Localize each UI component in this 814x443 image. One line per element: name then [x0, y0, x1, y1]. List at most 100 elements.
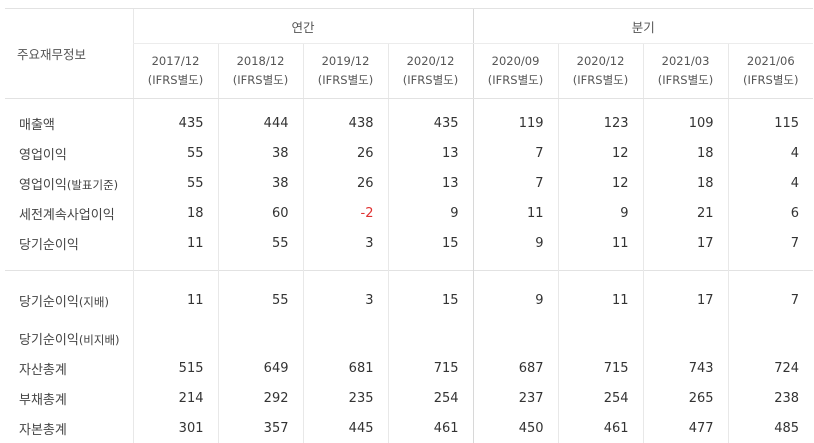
- row-label: 매출액: [5, 99, 133, 139]
- value-cell: 12: [558, 168, 643, 198]
- period-basis: (IFRS별도): [729, 71, 814, 90]
- row-label-text: 영업이익: [19, 148, 67, 163]
- value-cell: 15: [388, 271, 473, 324]
- period-basis: (IFRS별도): [134, 71, 218, 90]
- table-row: 영업이익(발표기준)55382613712184: [5, 168, 813, 198]
- table-row: 매출액435444438435119123109115: [5, 99, 813, 139]
- table-row: 당기순이익(비지배): [5, 323, 813, 353]
- value-cell: 7: [728, 271, 813, 324]
- value-cell: [303, 323, 388, 353]
- row-label-suffix: (지배): [79, 295, 109, 309]
- row-label: 당기순이익: [5, 228, 133, 271]
- value-cell: 485: [728, 413, 813, 443]
- table-row: 당기순이익1155315911177: [5, 228, 813, 271]
- value-cell: 435: [133, 99, 218, 139]
- value-cell: 687: [473, 353, 558, 383]
- value-cell: 55: [133, 168, 218, 198]
- value-cell: 115: [728, 99, 813, 139]
- value-cell: 450: [473, 413, 558, 443]
- period-date: 2017/12: [134, 52, 218, 71]
- annual-header: 연간: [133, 9, 473, 44]
- value-cell: 9: [473, 271, 558, 324]
- value-cell: 254: [388, 383, 473, 413]
- value-cell: 55: [218, 228, 303, 271]
- row-label-text: 매출액: [19, 118, 55, 133]
- period-basis: (IFRS별도): [389, 71, 473, 90]
- period-header: 2018/12(IFRS별도): [218, 44, 303, 99]
- row-label-suffix: (발표기준): [67, 178, 118, 192]
- value-cell: [133, 323, 218, 353]
- value-cell: 11: [133, 228, 218, 271]
- row-label-text: 당기순이익: [19, 295, 79, 310]
- value-cell: 444: [218, 99, 303, 139]
- row-label: 당기순이익(비지배): [5, 323, 133, 353]
- value-cell: 235: [303, 383, 388, 413]
- financial-table: 주요재무정보 연간 분기 2017/12(IFRS별도)2018/12(IFRS…: [5, 8, 813, 443]
- row-label-text: 자본총계: [19, 423, 67, 438]
- row-label-text: 자산총계: [19, 363, 67, 378]
- value-cell: 17: [643, 271, 728, 324]
- row-label-suffix: (비지배): [79, 333, 120, 347]
- row-label: 자산총계: [5, 353, 133, 383]
- value-cell: [728, 323, 813, 353]
- value-cell: 11: [133, 271, 218, 324]
- value-cell: [643, 323, 728, 353]
- period-date: 2020/12: [559, 52, 643, 71]
- table-row: 당기순이익(지배)1155315911177: [5, 271, 813, 324]
- value-cell: 6: [728, 198, 813, 228]
- value-cell: 109: [643, 99, 728, 139]
- row-label: 당기순이익(지배): [5, 271, 133, 324]
- corner-header: 주요재무정보: [5, 9, 133, 99]
- period-date: 2018/12: [219, 52, 303, 71]
- period-date: 2021/06: [729, 52, 814, 71]
- value-cell: 11: [558, 228, 643, 271]
- value-cell: 3: [303, 228, 388, 271]
- value-cell: 254: [558, 383, 643, 413]
- period-date: 2020/09: [474, 52, 558, 71]
- value-cell: 60: [218, 198, 303, 228]
- value-cell: 715: [388, 353, 473, 383]
- row-label-text: 세전계속사업이익: [19, 208, 115, 223]
- value-cell: 357: [218, 413, 303, 443]
- table-row: 자본총계301357445461450461477485: [5, 413, 813, 443]
- value-cell: 9: [473, 228, 558, 271]
- value-cell: 26: [303, 168, 388, 198]
- value-cell: 238: [728, 383, 813, 413]
- value-cell: 7: [728, 228, 813, 271]
- value-cell: 55: [133, 138, 218, 168]
- value-cell: 477: [643, 413, 728, 443]
- period-header: 2019/12(IFRS별도): [303, 44, 388, 99]
- table-row: 부채총계214292235254237254265238: [5, 383, 813, 413]
- value-cell: 18: [643, 168, 728, 198]
- value-cell: 461: [388, 413, 473, 443]
- value-cell: 13: [388, 138, 473, 168]
- value-cell: 13: [388, 168, 473, 198]
- row-label-text: 당기순이익: [19, 333, 79, 348]
- period-basis: (IFRS별도): [304, 71, 388, 90]
- value-cell: 55: [218, 271, 303, 324]
- table-body: 매출액435444438435119123109115영업이익553826137…: [5, 99, 813, 443]
- value-cell: 3: [303, 271, 388, 324]
- value-cell: 743: [643, 353, 728, 383]
- value-cell: 461: [558, 413, 643, 443]
- row-label: 자본총계: [5, 413, 133, 443]
- value-cell: 18: [643, 138, 728, 168]
- value-cell: 265: [643, 383, 728, 413]
- value-cell: 301: [133, 413, 218, 443]
- period-header: 2020/09(IFRS별도): [473, 44, 558, 99]
- period-header: 2020/12(IFRS별도): [388, 44, 473, 99]
- value-cell: 17: [643, 228, 728, 271]
- value-cell: 38: [218, 138, 303, 168]
- value-cell: [558, 323, 643, 353]
- value-cell: 11: [473, 198, 558, 228]
- value-cell: 724: [728, 353, 813, 383]
- value-cell: 237: [473, 383, 558, 413]
- value-cell: [473, 323, 558, 353]
- value-cell: 292: [218, 383, 303, 413]
- value-cell: 26: [303, 138, 388, 168]
- row-label: 부채총계: [5, 383, 133, 413]
- table-row: 자산총계515649681715687715743724: [5, 353, 813, 383]
- value-cell: 715: [558, 353, 643, 383]
- value-cell: 4: [728, 138, 813, 168]
- value-cell: 11: [558, 271, 643, 324]
